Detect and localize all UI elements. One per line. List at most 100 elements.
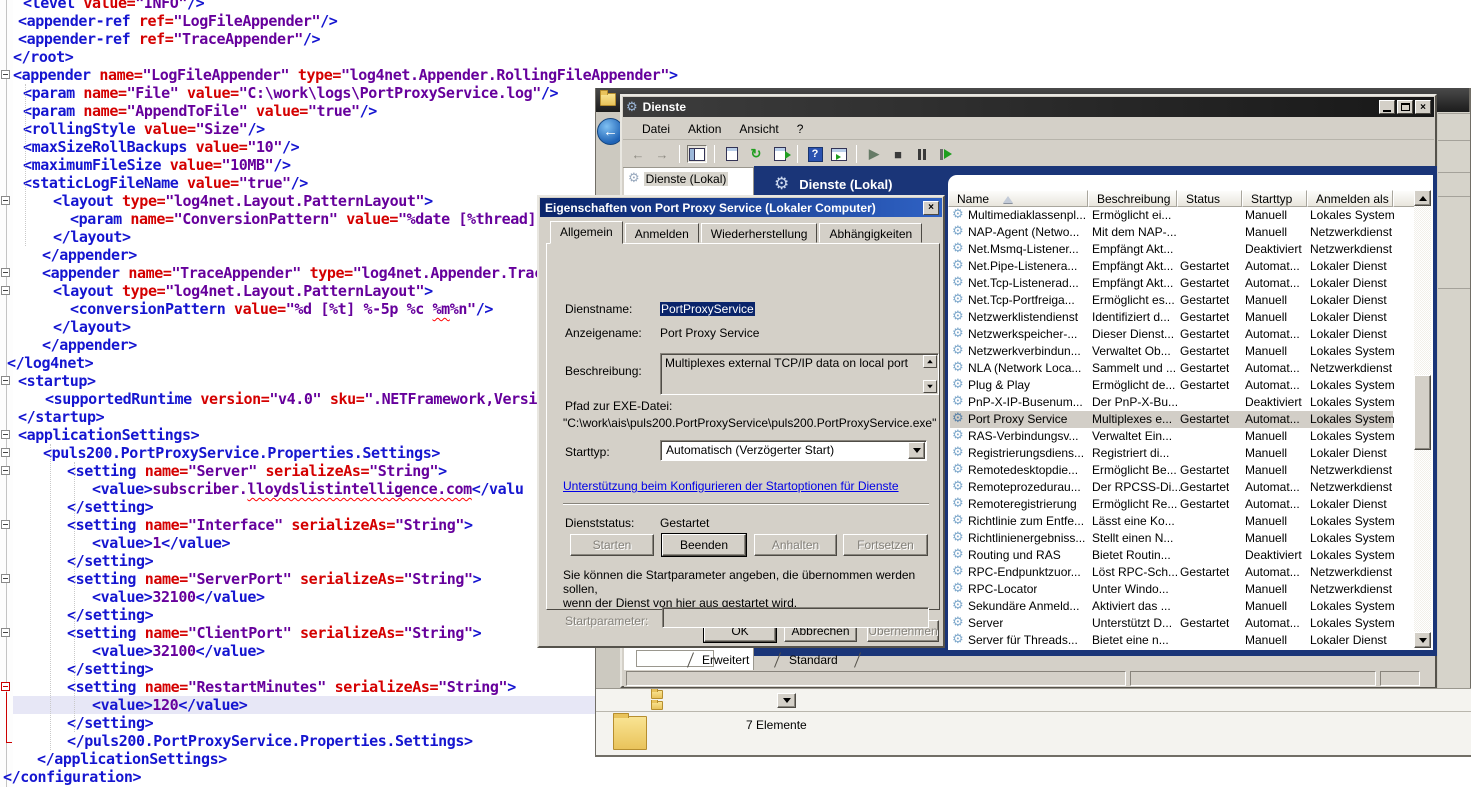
code-line[interactable]: <param name="File" value="C:\work\logs\P… (23, 84, 558, 102)
scrollbar-thumb[interactable] (1414, 375, 1431, 450)
menu-item-aktion[interactable]: Aktion (679, 120, 730, 138)
service-row[interactable]: ⚙Plug & PlayErmöglicht de...GestartetAut… (948, 377, 1408, 394)
code-line[interactable]: <setting name="RestartMinutes" serialize… (67, 678, 516, 696)
fold-toggle[interactable] (1, 268, 10, 277)
fold-toggle[interactable] (1, 466, 10, 475)
code-line[interactable]: <staticLogFileName value="true"/> (23, 174, 308, 192)
service-row[interactable]: ⚙NetzwerklistendienstIdentifiziert d...G… (948, 309, 1408, 326)
service-row[interactable]: ⚙PnP-X-IP-Busenum...Der PnP-X-Bu...Deakt… (948, 394, 1408, 411)
restart-service-icon[interactable] (936, 145, 956, 163)
code-line[interactable]: <puls200.PortProxyService.Properties.Set… (43, 444, 440, 462)
code-line[interactable]: <setting name="ServerPort" serializeAs="… (67, 570, 481, 588)
code-line[interactable]: </log4net> (7, 354, 93, 372)
service-row[interactable]: ⚙Netzwerkspeicher-...Dieser Dienst...Ges… (948, 326, 1408, 343)
code-line[interactable]: <appender name="LogFileAppender" type="l… (13, 66, 678, 84)
dialog-titlebar[interactable]: Eigenschaften von Port Proxy Service (Lo… (540, 198, 942, 217)
service-row[interactable]: ⚙RAS-Verbindungsv...Verwaltet Ein...Manu… (948, 428, 1408, 445)
code-line[interactable]: </root> (13, 48, 73, 66)
code-line[interactable]: <applicationSettings> (18, 426, 199, 444)
code-line[interactable]: </setting> (67, 714, 153, 732)
code-line[interactable]: <setting name="Interface" serializeAs="S… (67, 516, 473, 534)
beschreibung-field[interactable]: Multiplexes external TCP/IP data on loca… (660, 353, 939, 395)
service-row[interactable]: ⚙Net.Tcp-Listenerad...Empfängt Akt...Ges… (948, 275, 1408, 292)
code-line[interactable]: <appender name="TraceAppender" type="log… (42, 264, 577, 282)
code-line[interactable]: </appender> (42, 246, 137, 264)
menu-item-datei[interactable]: Datei (633, 120, 679, 138)
code-line[interactable]: <layout type="log4net.Layout.PatternLayo… (53, 282, 433, 300)
fold-toggle[interactable] (1, 430, 10, 439)
code-line[interactable]: <maximumFileSize value="10MB"/> (23, 156, 291, 174)
help-icon[interactable]: ? (805, 145, 825, 163)
tab-abhängigkeiten[interactable]: Abhängigkeiten (819, 223, 922, 243)
code-line[interactable]: <startup> (18, 372, 96, 390)
service-row[interactable]: ⚙Richtlinienergebniss...Stellt einen N..… (948, 530, 1408, 547)
service-row[interactable]: ⚙Net.Tcp-Portfreiga...Ermöglicht es...Ge… (948, 292, 1408, 309)
code-line[interactable]: </setting> (67, 552, 153, 570)
scroll-down-button[interactable] (923, 380, 937, 393)
service-row[interactable]: ⚙Sekundäre Anmeld...Aktiviert das ...Man… (948, 598, 1408, 615)
back-icon[interactable]: ← (628, 145, 648, 163)
code-line[interactable]: <setting name="ClientPort" serializeAs="… (67, 624, 481, 642)
service-row[interactable]: ⚙Port Proxy ServiceMultiplexes e...Gesta… (948, 411, 1408, 428)
dienstname-value[interactable]: PortProxyService (660, 302, 755, 316)
service-row[interactable]: ⚙RemoteregistrierungErmöglicht Re...Gest… (948, 496, 1408, 513)
code-line[interactable]: </startup> (18, 408, 104, 426)
code-line[interactable]: <param name="ConversionPattern" value="%… (70, 210, 571, 228)
tab-allgemein[interactable]: Allgemein (550, 221, 623, 244)
scroll-up-button[interactable] (923, 355, 937, 368)
service-row[interactable]: ⚙NLA (Network Loca...Sammelt und ...Gest… (948, 360, 1408, 377)
service-row[interactable]: ⚙RPC-Endpunktzuor...Löst RPC-Sch...Gesta… (948, 564, 1408, 581)
forward-icon[interactable]: → (652, 145, 672, 163)
code-line[interactable]: </puls200.PortProxyService.Properties.Se… (67, 732, 473, 750)
column-header-beschreibung[interactable]: Beschreibung (1088, 190, 1177, 207)
service-row[interactable]: ⚙Registrierungsdiens...Registriert di...… (948, 445, 1408, 462)
starttyp-dropdown[interactable]: Automatisch (Verzögerter Start) (660, 440, 927, 461)
menu-item-help[interactable]: ? (788, 120, 813, 138)
code-line[interactable]: </setting> (67, 606, 153, 624)
service-row[interactable]: ⚙Remotedesktopdie...Ermöglicht Be...Gest… (948, 462, 1408, 479)
code-line[interactable]: </applicationSettings> (37, 750, 227, 768)
minimize-button[interactable] (1379, 100, 1395, 114)
code-line[interactable]: <param name="AppendToFile" value="true"/… (23, 102, 377, 120)
list-tab-standard[interactable]: Standard (789, 653, 838, 667)
service-row[interactable]: ⚙Remoteprozedurau...Der RPCSS-Di...Gesta… (948, 479, 1408, 496)
code-line[interactable]: <value>120</value> (92, 696, 247, 714)
service-row[interactable]: ⚙Routing und RASBietet Routin...Deaktivi… (948, 547, 1408, 564)
services-titlebar[interactable]: ⚙ Dienste × (623, 97, 1434, 117)
tree-item-dienste-lokal[interactable]: ⚙ Dienste (Lokal) (624, 168, 753, 186)
startparameter-input[interactable] (662, 607, 929, 628)
column-header-starttyp[interactable]: Starttyp (1242, 190, 1307, 207)
folder-list-item[interactable] (651, 689, 771, 699)
extended-view-icon[interactable] (829, 145, 849, 163)
dropdown-button[interactable] (777, 693, 796, 708)
list-tab-erweitert[interactable]: Erweitert (702, 653, 749, 667)
service-row[interactable]: ⚙NAP-Agent (Netwo...Mit dem NAP-...Manue… (948, 224, 1408, 241)
service-row[interactable]: ⚙Richtlinie zum Entfe...Lässt eine Ko...… (948, 513, 1408, 530)
service-row[interactable]: ⚙Net.Msmq-Listener...Empfängt Akt...Deak… (948, 241, 1408, 258)
start-service-icon[interactable]: ▶ (864, 145, 884, 163)
code-line[interactable]: </layout> (53, 228, 131, 246)
service-row[interactable]: ⚙Multimediaklassenpl...Ermöglicht ei...M… (948, 207, 1408, 224)
refresh-icon[interactable]: ↻ (746, 145, 766, 163)
fold-toggle[interactable] (1, 574, 10, 583)
code-line[interactable]: <layout type="log4net.Layout.PatternLayo… (53, 192, 433, 210)
fold-toggle[interactable] (1, 196, 10, 205)
code-line[interactable]: <appender-ref ref="LogFileAppender"/> (18, 12, 337, 30)
column-header-anmeldenals[interactable]: Anmelden als (1307, 190, 1393, 207)
fold-toggle[interactable] (1, 520, 10, 529)
code-line[interactable]: <value>1</value> (92, 534, 230, 552)
console-tree-icon[interactable] (687, 145, 707, 163)
column-header-status[interactable]: Status (1177, 190, 1242, 207)
fold-toggle[interactable] (1, 628, 10, 637)
dialog-close-button[interactable]: × (923, 201, 939, 215)
code-line[interactable]: <value>subscriber.lloydslistintelligence… (92, 480, 524, 498)
column-header-name[interactable]: Name (948, 190, 1088, 207)
code-line[interactable]: <conversionPattern value="%d [%t] %-5p %… (70, 300, 493, 318)
maximize-button[interactable] (1397, 100, 1413, 114)
close-button[interactable]: × (1415, 100, 1431, 114)
scroll-up-button[interactable] (1414, 190, 1431, 206)
code-line[interactable]: </layout> (53, 318, 131, 336)
menu-item-ansicht[interactable]: Ansicht (730, 120, 787, 138)
tab-wiederherstellung[interactable]: Wiederherstellung (701, 223, 818, 243)
export-list-icon[interactable] (770, 145, 790, 163)
